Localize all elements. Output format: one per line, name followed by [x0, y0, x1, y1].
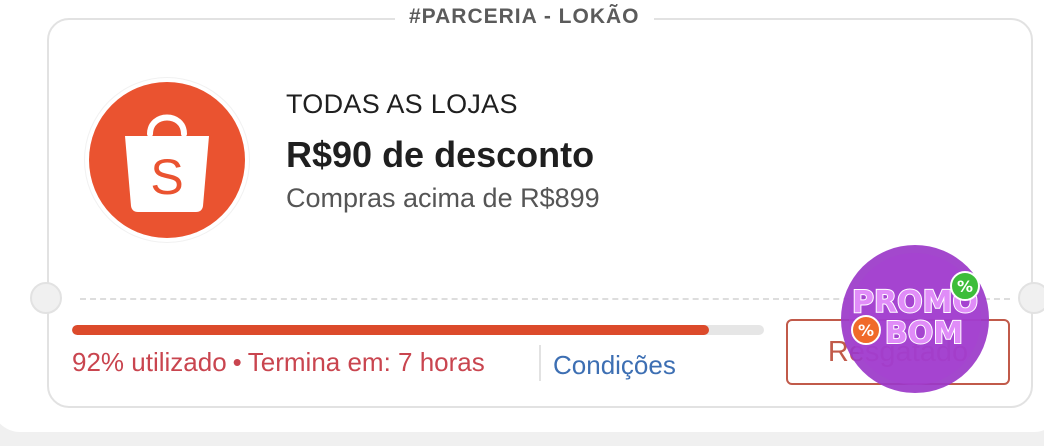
logo-letter: S: [150, 149, 183, 205]
usage-info: 92% utilizado • Termina em: 7 horas: [72, 347, 485, 378]
discount-title: R$90 de desconto: [286, 134, 595, 175]
usage-progress-fill: [72, 325, 709, 335]
perforation-divider: [80, 298, 1010, 300]
expiry-label: Termina em: 7 horas: [247, 347, 485, 377]
shopping-bag-icon: S: [125, 114, 209, 212]
redeem-button[interactable]: Resgatado: [786, 319, 1010, 385]
shopee-logo-icon: S: [89, 82, 245, 238]
store-scope-label: TODAS AS LOJAS: [286, 89, 518, 119]
coupon-tag: #PARCERIA - LOKÃO: [395, 4, 654, 30]
minimum-purchase: Compras acima de R$899: [286, 183, 600, 213]
left-notch: [30, 282, 62, 314]
separator-dot: •: [232, 347, 242, 377]
usage-progress-bar: [72, 325, 764, 335]
right-notch: [1018, 282, 1044, 314]
conditions-link[interactable]: Condições: [553, 350, 676, 381]
store-logo: S: [85, 78, 249, 242]
usage-label: 92% utilizado: [72, 347, 227, 377]
vertical-separator: [539, 345, 541, 381]
